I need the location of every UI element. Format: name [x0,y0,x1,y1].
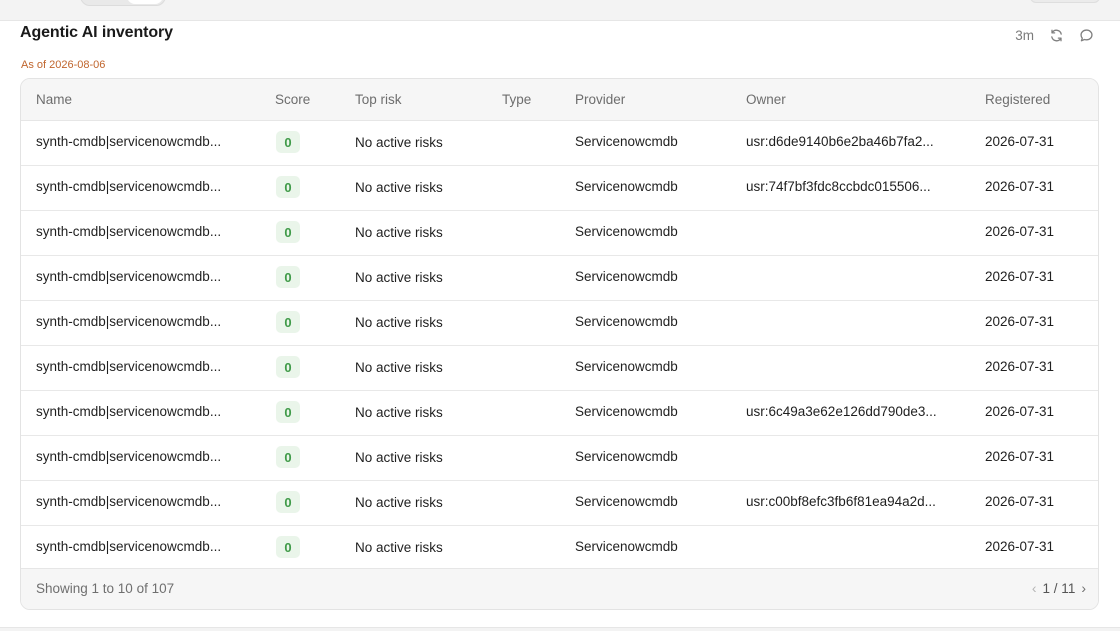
table-row[interactable]: synth-cmdb|servicenowcmdb... 0 No active… [21,301,1098,346]
inventory-table: Name Score Top risk Type Provider Owner … [20,78,1099,610]
table-row[interactable]: synth-cmdb|servicenowcmdb... 0 No active… [21,481,1098,526]
cell-owner: usr:74f7bf3fdc8ccbdc015506... [746,179,931,194]
table-header: Name Score Top risk Type Provider Owner … [21,79,1098,121]
table-row[interactable]: synth-cmdb|servicenowcmdb... 0 No active… [21,526,1098,571]
column-header-owner[interactable]: Owner [746,92,786,107]
table-row[interactable]: synth-cmdb|servicenowcmdb... 0 No active… [21,256,1098,301]
panel-tools: 3m [1015,26,1094,44]
score-badge: 0 [276,176,300,198]
score-badge: 0 [276,266,300,288]
pagination: ‹ 1 / 11 › [1032,580,1086,596]
cell-name: synth-cmdb|servicenowcmdb... [36,494,222,509]
cell-owner: usr:d6de9140b6e2ba46b7fa2... [746,134,934,149]
cell-registered: 2026-07-31 [985,449,1055,464]
cell-top-risk: No active risks [355,315,443,330]
cell-provider: Servicenowcmdb [575,134,678,149]
cell-provider: Servicenowcmdb [575,404,678,419]
cell-registered: 2026-07-31 [985,314,1055,329]
cell-registered: 2026-07-31 [985,494,1055,509]
score-badge: 0 [276,356,300,378]
score-badge: 0 [276,221,300,243]
cell-name: synth-cmdb|servicenowcmdb... [36,134,222,149]
cell-top-risk: No active risks [355,495,443,510]
pagination-summary: Showing 1 to 10 of 107 [36,581,175,596]
cell-registered: 2026-07-31 [985,359,1055,374]
top-strip [0,0,1120,20]
column-header-top-risk[interactable]: Top risk [355,92,402,107]
cell-provider: Servicenowcmdb [575,224,678,239]
cell-name: synth-cmdb|servicenowcmdb... [36,359,222,374]
view-toggle-knob[interactable] [127,0,163,4]
cell-provider: Servicenowcmdb [575,269,678,284]
cell-provider: Servicenowcmdb [575,494,678,509]
table-row[interactable]: synth-cmdb|servicenowcmdb... 0 No active… [21,166,1098,211]
cell-registered: 2026-07-31 [985,404,1055,419]
score-badge: 0 [276,311,300,333]
cell-top-risk: No active risks [355,360,443,375]
cell-provider: Servicenowcmdb [575,449,678,464]
column-header-type[interactable]: Type [502,92,531,107]
cell-registered: 2026-07-31 [985,224,1055,239]
table-footer: Showing 1 to 10 of 107 ‹ 1 / 11 › [21,568,1098,609]
cell-registered: 2026-07-31 [985,539,1055,554]
cell-provider: Servicenowcmdb [575,359,678,374]
cell-registered: 2026-07-31 [985,269,1055,284]
refresh-icon[interactable] [1048,27,1064,43]
cell-provider: Servicenowcmdb [575,314,678,329]
cell-provider: Servicenowcmdb [575,539,678,554]
comment-icon[interactable] [1078,27,1094,43]
chevron-right-icon[interactable]: › [1081,580,1086,596]
table-row[interactable]: synth-cmdb|servicenowcmdb... 0 No active… [21,436,1098,481]
cell-name: synth-cmdb|servicenowcmdb... [36,269,222,284]
inventory-panel: Agentic AI inventory As of 2026-08-06 3m… [0,20,1120,628]
table-row[interactable]: synth-cmdb|servicenowcmdb... 0 No active… [21,211,1098,256]
panel-title: Agentic AI inventory [20,24,173,41]
score-badge: 0 [276,491,300,513]
table-row[interactable]: synth-cmdb|servicenowcmdb... 0 No active… [21,346,1098,391]
cell-registered: 2026-07-31 [985,134,1055,149]
column-header-score[interactable]: Score [275,92,310,107]
table-body: synth-cmdb|servicenowcmdb... 0 No active… [21,121,1098,571]
cell-top-risk: No active risks [355,405,443,420]
table-row[interactable]: synth-cmdb|servicenowcmdb... 0 No active… [21,121,1098,166]
table-row[interactable]: synth-cmdb|servicenowcmdb... 0 No active… [21,391,1098,436]
column-header-registered[interactable]: Registered [985,92,1050,107]
cell-top-risk: No active risks [355,180,443,195]
score-badge: 0 [276,536,300,558]
cell-name: synth-cmdb|servicenowcmdb... [36,314,222,329]
refresh-interval[interactable]: 3m [1015,28,1034,43]
cell-name: synth-cmdb|servicenowcmdb... [36,224,222,239]
cell-top-risk: No active risks [355,270,443,285]
cell-name: synth-cmdb|servicenowcmdb... [36,539,222,554]
chevron-left-icon[interactable]: ‹ [1032,580,1037,596]
cell-owner: usr:c00bf8efc3fb6f81ea94a2d... [746,494,936,509]
top-right-button[interactable] [1030,0,1100,3]
score-badge: 0 [276,401,300,423]
cell-top-risk: No active risks [355,540,443,555]
as-of-date: As of 2026-08-06 [21,59,106,71]
cell-name: synth-cmdb|servicenowcmdb... [36,404,222,419]
cell-registered: 2026-07-31 [985,179,1055,194]
view-toggle[interactable] [80,0,166,6]
cell-owner: usr:6c49a3e62e126dd790de3... [746,404,937,419]
score-badge: 0 [276,446,300,468]
column-header-provider[interactable]: Provider [575,92,625,107]
cell-name: synth-cmdb|servicenowcmdb... [36,449,222,464]
cell-top-risk: No active risks [355,225,443,240]
cell-name: synth-cmdb|servicenowcmdb... [36,179,222,194]
score-badge: 0 [276,131,300,153]
column-header-name[interactable]: Name [36,92,72,107]
page-indicator: 1 / 11 [1042,580,1076,596]
cell-top-risk: No active risks [355,450,443,465]
cell-top-risk: No active risks [355,135,443,150]
cell-provider: Servicenowcmdb [575,179,678,194]
